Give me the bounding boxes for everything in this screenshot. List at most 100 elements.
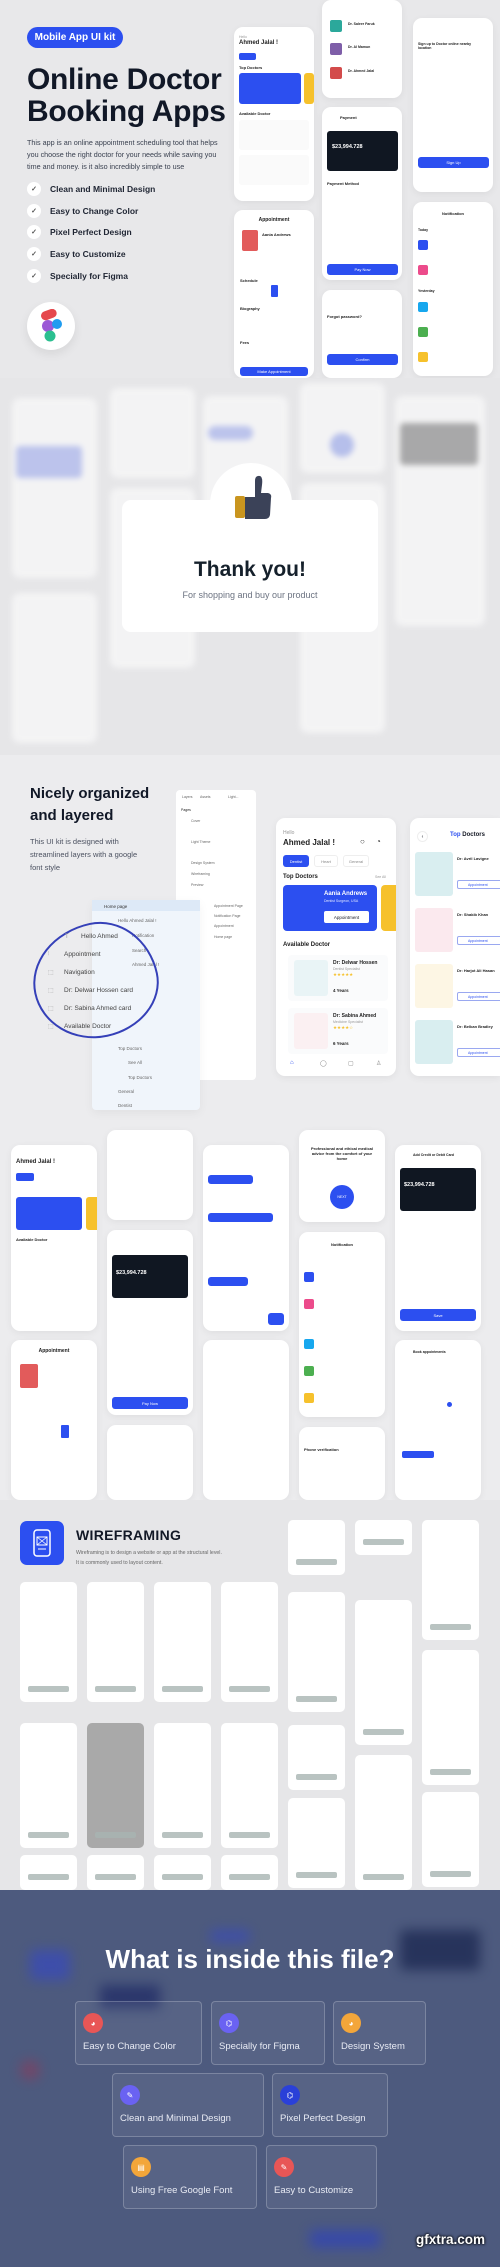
component-icon: ⬚ [48, 970, 54, 976]
wireframe-screen [154, 1723, 211, 1848]
thumbs-up-icon [210, 463, 292, 545]
chat-nav-icon[interactable]: ◯ [320, 1060, 327, 1067]
check-icon: ✓ [27, 182, 41, 196]
wireframe-screen [355, 1600, 412, 1745]
wireframe-screen [422, 1520, 479, 1640]
wireframe-screen [221, 1723, 278, 1848]
wireframe-screen [87, 1855, 144, 1890]
pay-now-button[interactable]: Pay Now [112, 1397, 188, 1409]
layers-title: Nicely organized and layered [30, 785, 150, 824]
text-icon: T [65, 933, 69, 940]
appointment-button[interactable]: Appointment [457, 1048, 500, 1057]
wireframe-placeholder [430, 1871, 471, 1877]
page-light-theme[interactable]: Light Theme [191, 840, 210, 844]
tab-layers[interactable]: Layers [182, 795, 193, 799]
component-icon: ⬚ [48, 1006, 54, 1012]
wireframe-screen [20, 1582, 77, 1702]
check-icon: ✓ [27, 204, 41, 218]
payment-screen-preview: $23,994.728 Pay Now [107, 1230, 193, 1415]
mic-button[interactable] [268, 1313, 284, 1325]
wireframe-screen [221, 1855, 278, 1890]
appointment-button[interactable]: Appointment [457, 992, 500, 1001]
credit-card [327, 131, 398, 171]
page-preview[interactable]: Preview [191, 883, 203, 887]
appointment-button[interactable]: Appointment [324, 911, 369, 923]
tab-dentist[interactable]: Dentist [283, 855, 309, 867]
doctor-card[interactable] [239, 155, 309, 185]
tab-general[interactable]: General [343, 855, 369, 867]
page-cover[interactable]: Cover [191, 819, 200, 823]
layer-row[interactable]: ⬚ Dr: Delwar Hossen card [48, 987, 133, 994]
make-appointment-button[interactable]: Make Appointment [240, 367, 308, 376]
home-nav-icon[interactable]: ⌂ [290, 1060, 294, 1066]
layer-row[interactable]: ⦙ Appointment [48, 951, 101, 958]
pen-tool-icon: ⌬ [219, 2013, 239, 2033]
thank-you-title: Thank you! [193, 558, 306, 581]
tab-heart[interactable]: Heart [314, 855, 338, 867]
search-icon[interactable]: ○ [360, 837, 365, 846]
feature-card: ◕ Design System [333, 2001, 426, 2065]
bag-nav-icon[interactable]: ▢ [348, 1060, 354, 1067]
sign-up-button[interactable]: Sign Up [418, 157, 489, 168]
payment-screen-preview: Payment $23,994.728 Payment Method Pay N… [322, 107, 402, 280]
wireframe-screen [422, 1650, 479, 1785]
check-icon: ✓ [27, 225, 41, 239]
wireframe-screen [288, 1798, 345, 1888]
profile-nav-icon[interactable]: ♙ [376, 1060, 381, 1067]
kit-badge: Mobile App UI kit [27, 27, 123, 48]
layer-row[interactable]: T Hello Ahmed [65, 933, 118, 940]
figma-logo-icon [27, 302, 75, 350]
layer-home-page[interactable]: Home page [104, 904, 127, 909]
bell-icon[interactable]: ◔ [376, 837, 381, 846]
wireframe-screen [422, 1792, 479, 1887]
featured-doctor-card[interactable] [239, 73, 301, 104]
feature-card: ◕ Easy to Change Color [75, 2001, 202, 2065]
tab-assets[interactable]: Assets [200, 795, 211, 799]
layer-row[interactable]: ⬚ Dr: Sabina Ahmed card [48, 1005, 131, 1012]
hero-title: Online Doctor Booking Apps [27, 63, 226, 128]
back-icon[interactable]: ‹ [417, 831, 428, 842]
wireframe-placeholder [363, 1874, 404, 1880]
feature-item: ✓ Specially for Figma [27, 269, 128, 283]
appointment-button[interactable]: Appointment [457, 936, 500, 945]
frame-icon: ⦙ [48, 951, 50, 957]
appointment-button[interactable]: Appointment [457, 880, 500, 889]
wireframe-screen [87, 1582, 144, 1702]
feature-card-label: Using Free Google Font [131, 2185, 233, 2196]
home-screen-preview: Ahmed Jalal ! Available Doctor [11, 1145, 97, 1331]
layer-row[interactable]: ⬚ Navigation [48, 969, 95, 976]
confirm-button[interactable]: Confirm [327, 354, 398, 365]
pay-now-button[interactable]: Pay Now [327, 264, 398, 275]
doctor-card[interactable] [239, 120, 309, 150]
component-icon: ⬚ [48, 1024, 54, 1030]
top-doctors-screen: ‹ Top Doctors Dr: Avril Lavigne Appointm… [410, 818, 500, 1076]
page-wireframing[interactable]: Wireframing [191, 872, 210, 876]
wireframing-description: Wireframing is to design a website or ap… [76, 1550, 222, 1566]
file-icon: ▤ [131, 2157, 151, 2177]
messages-screen-preview [107, 1130, 193, 1220]
check-icon: ✓ [27, 269, 41, 283]
wireframe-placeholder [229, 1832, 270, 1838]
theme-selector[interactable]: Light... [228, 795, 239, 799]
wireframe-placeholder [296, 1696, 337, 1702]
brush-icon: ✎ [120, 2085, 140, 2105]
wireframe-placeholder [430, 1624, 471, 1630]
appointment-screen-preview: Appointment Aania Andrews Schedule Biogr… [234, 210, 314, 378]
wireframe-placeholder [296, 1774, 337, 1780]
edit-icon: ✎ [274, 2157, 294, 2177]
notification-screen-preview: Notification Today Yesterday [413, 202, 493, 376]
component-icon: ⬚ [48, 988, 54, 994]
next-button[interactable]: NEXT [330, 1185, 354, 1209]
morning-slots-tab[interactable] [402, 1451, 434, 1458]
save-button[interactable]: Save [400, 1309, 476, 1321]
layer-row[interactable]: ⬚ Available Doctor [48, 1023, 111, 1030]
feature-card-label: Specially for Figma [219, 2041, 300, 2052]
wireframe-screen [288, 1592, 345, 1712]
wireframe-placeholder [363, 1729, 404, 1735]
check-icon: ✓ [27, 247, 41, 261]
home-screen-preview: Hello Ahmed Jalal ! Top Doctors Availabl… [234, 27, 314, 201]
wireframe-screen [154, 1582, 211, 1702]
tab-dentist[interactable] [239, 53, 256, 60]
see-all-link[interactable]: See All [375, 875, 386, 879]
page-design-system[interactable]: Design System [191, 861, 215, 865]
